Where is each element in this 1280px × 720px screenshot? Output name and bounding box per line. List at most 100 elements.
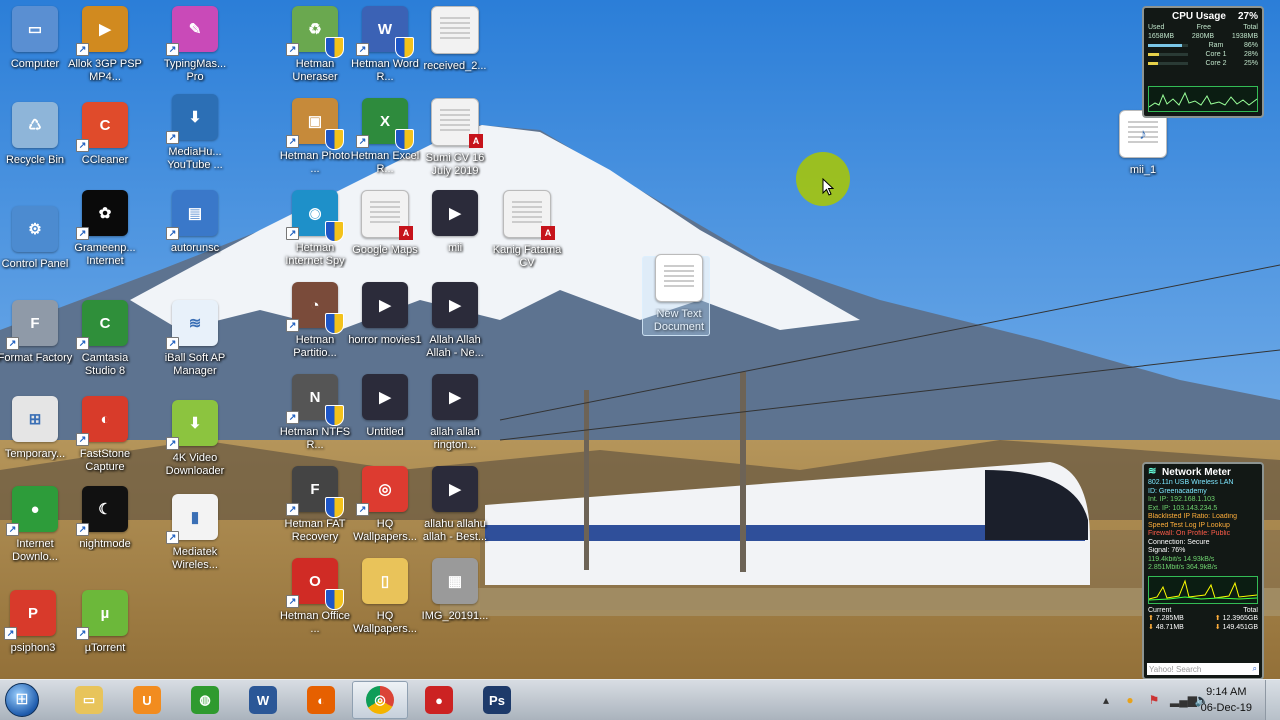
desktop-icon[interactable]: W ↗ Hetman Word R... (346, 6, 424, 94)
taskbar-app-word[interactable]: W (236, 682, 290, 718)
desktop-icon-label: Allok 3GP PSP MP4... (68, 58, 142, 83)
taskbar-app-explorer[interactable]: ▭ (62, 682, 116, 718)
download-totals-row: ⬇ 48.71MB ⬇ 149.451GB (1144, 624, 1262, 633)
desktop-icon-label: IMG_20191... (421, 610, 489, 622)
desktop-icon[interactable]: O ↗ Hetman Office ... (276, 558, 354, 646)
search-icon[interactable]: ⌕ (1253, 664, 1259, 674)
cpu-usage-value: 27% (1237, 11, 1258, 22)
download-current: ⬇ 48.71MB (1148, 624, 1184, 633)
upload-total-value: 12.3965GB (1222, 615, 1258, 622)
desktop-icon[interactable]: ▭ Computer (0, 6, 74, 94)
desktop-icon-label: Camtasia Studio 8 (81, 352, 129, 377)
upload-arrow-icon: ⬆ (1148, 615, 1156, 622)
desktop-icon[interactable]: ● ↗ Internet Downlo... (0, 486, 74, 574)
desktop-icon[interactable]: ▮ ↗ Mediatek Wireles... (156, 494, 234, 582)
desktop-icon[interactable]: ▣ ↗ Hetman Photo ... (276, 98, 354, 186)
photoshop-icon: Ps (483, 686, 511, 714)
desktop-icon[interactable]: F ↗ Hetman FAT Recovery (276, 466, 354, 554)
desktop-icon[interactable]: ✿ ↗ Grameenp... Internet (66, 190, 144, 278)
recycle-bin-icon: ♺ (12, 102, 58, 148)
desktop-icon[interactable]: ▶ ↗ Allok 3GP PSP MP4... (66, 6, 144, 94)
taskbar-clock[interactable]: 9:14 AM 06-Dec-19 (1201, 684, 1252, 716)
desktop-icon[interactable]: C ↗ CCleaner (66, 102, 144, 190)
desktop-icon[interactable]: ▦ IMG_20191... (416, 558, 494, 646)
yahoo-search-box[interactable]: Yahoo! Search ⌕ (1147, 663, 1259, 675)
4k-downloader-icon: ⬇ ↗ (166, 400, 218, 450)
desktop-icon[interactable]: ◔ ↗ Hetman Partitio... (276, 282, 354, 370)
desktop-icon[interactable]: X ↗ Hetman Excel R... (346, 98, 424, 186)
desktop-icon[interactable]: A Sumi CV 16 July 2019 (416, 98, 494, 186)
desktop-icon[interactable]: ◐ ↗ FastStone Capture (66, 396, 144, 484)
orange-app-tray-icon[interactable]: ● (1122, 692, 1138, 708)
desktop-icon[interactable]: New Text Document (640, 254, 718, 342)
desktop-icon[interactable]: ◉ ↗ Hetman Internet Spy (276, 190, 354, 278)
desktop-icon[interactable]: A Google Maps (346, 190, 424, 278)
mouse-cursor-icon (822, 178, 834, 196)
desktop-icon[interactable]: F ↗ Format Factory (0, 300, 74, 388)
taskbar-app-chrome[interactable]: ◎ (352, 681, 408, 719)
desktop-icon[interactable]: C ↗ Camtasia Studio 8 (66, 300, 144, 388)
desktop-icon[interactable]: ▶ allahu allahu allah - Best... (416, 466, 494, 554)
desktop-icon[interactable]: ▤ ↗ autorunsc (156, 190, 234, 278)
desktop-icon-label: HQ Wallpapers... (353, 518, 417, 543)
desktop-icon[interactable]: ♻ ↗ Hetman Uneraser (276, 6, 354, 94)
desktop-icon[interactable]: ♪ mii_1 (1104, 110, 1182, 198)
total-label: Total (1243, 606, 1258, 614)
computer-icon: ▭ (12, 6, 58, 52)
network-totals-header: Current Total (1144, 607, 1262, 616)
taskbar-app-screen-recorder[interactable]: ● (412, 682, 466, 718)
icon-glyph: ⊞ (28, 411, 42, 428)
upload-total: ⬆ 12.3965GB (1215, 615, 1258, 624)
desktop-icon[interactable]: ▶ horror movies1 (346, 282, 424, 370)
system-tray: ▴ ● ⚑ ▂▄▆ 🔈 (1098, 680, 1210, 720)
cpu-usage-gadget[interactable]: CPU Usage 27% Used Free Total 1658MB 280… (1142, 6, 1264, 118)
shortcut-arrow-icon: ↗ (286, 227, 299, 240)
usage-bar-fill (1148, 53, 1160, 56)
action-center-flag-icon[interactable]: ⚑ (1146, 692, 1162, 708)
desktop-icon[interactable]: ▯ HQ Wallpapers... (346, 558, 424, 646)
desktop-icon[interactable]: ⚙ Control Panel (0, 206, 74, 294)
start-button[interactable] (0, 680, 44, 720)
taskbar-app-uc-browser[interactable]: U (120, 682, 174, 718)
desktop-icon[interactable]: ≋ ↗ iBall Soft AP Manager (156, 300, 234, 388)
desktop-icon[interactable]: ◎ ↗ HQ Wallpapers... (346, 466, 424, 554)
yahoo-search-placeholder: Yahoo! Search (1149, 664, 1202, 674)
wifi-icon: ≋ ↗ (166, 300, 218, 350)
desktop-icon[interactable]: ▶ allah allah rington... (416, 374, 494, 462)
taskbar-app-firefox[interactable]: ◐ (294, 682, 348, 718)
shortcut-arrow-icon: ↗ (76, 139, 89, 152)
desktop-icon[interactable]: ▶ Allah Allah Allah - Ne... (416, 282, 494, 370)
desktop-icon-label: Allah Allah Allah - Ne... (426, 334, 484, 359)
desktop-icon[interactable]: ▶ mii (416, 190, 494, 278)
taskbar-app-photoshop[interactable]: Ps (470, 682, 524, 718)
network-info-line[interactable]: Speed Test Log IP Lookup (1144, 522, 1262, 531)
icon-glyph: ▦ (447, 573, 463, 590)
network-meter-gadget[interactable]: ≋ Network Meter 802.11n USB Wireless LAN… (1142, 462, 1264, 680)
desktop-icon[interactable]: A Kanig Fatama CV (488, 190, 566, 278)
utorrent-icon: µ ↗ (76, 590, 128, 640)
desktop-icon[interactable]: ⊞ Temporary... (0, 396, 74, 484)
usage-row-label: Core 2 (1205, 60, 1227, 67)
desktop-icon-label: HQ Wallpapers... (353, 610, 417, 635)
cpu-usage-row: Core 2 25% (1144, 59, 1262, 68)
network-signal-icon[interactable]: ▂▄▆ (1170, 692, 1197, 708)
desktop-icon[interactable]: ⬇ ↗ 4K Video Downloader (156, 400, 234, 488)
clock-date: 06-Dec-19 (1200, 702, 1252, 714)
show-hidden-icons-chevron-icon[interactable]: ▴ (1098, 692, 1114, 708)
desktop-icon[interactable]: N ↗ Hetman NTFS R... (276, 374, 354, 462)
desktop-icon[interactable]: ✎ ↗ TypingMas... Pro (156, 6, 234, 94)
desktop-icon[interactable]: ☾ ↗ nightmode (66, 486, 144, 574)
show-desktop-button[interactable] (1265, 680, 1280, 720)
taskbar-app-internet-download[interactable]: ◍ (178, 682, 232, 718)
desktop-icon[interactable]: ▶ Untitled (346, 374, 424, 462)
chrome-icon: ◎ (366, 686, 394, 714)
desktop-icon[interactable]: ⬇ ↗ MediaHu... YouTube ... (156, 94, 234, 182)
desktop-icon[interactable]: µ ↗ µTorrent (66, 590, 144, 678)
desktop-icon[interactable]: P ↗ psiphon3 (0, 590, 72, 678)
hetman-fat-icon: F ↗ (286, 466, 344, 518)
free-value: 280MB (1191, 33, 1215, 40)
desktop-icon[interactable]: ♺ Recycle Bin (0, 102, 74, 190)
total-header: Total (1243, 24, 1258, 31)
desktop-icon[interactable]: received_2... (416, 6, 494, 94)
shortcut-arrow-icon: ↗ (286, 319, 299, 332)
